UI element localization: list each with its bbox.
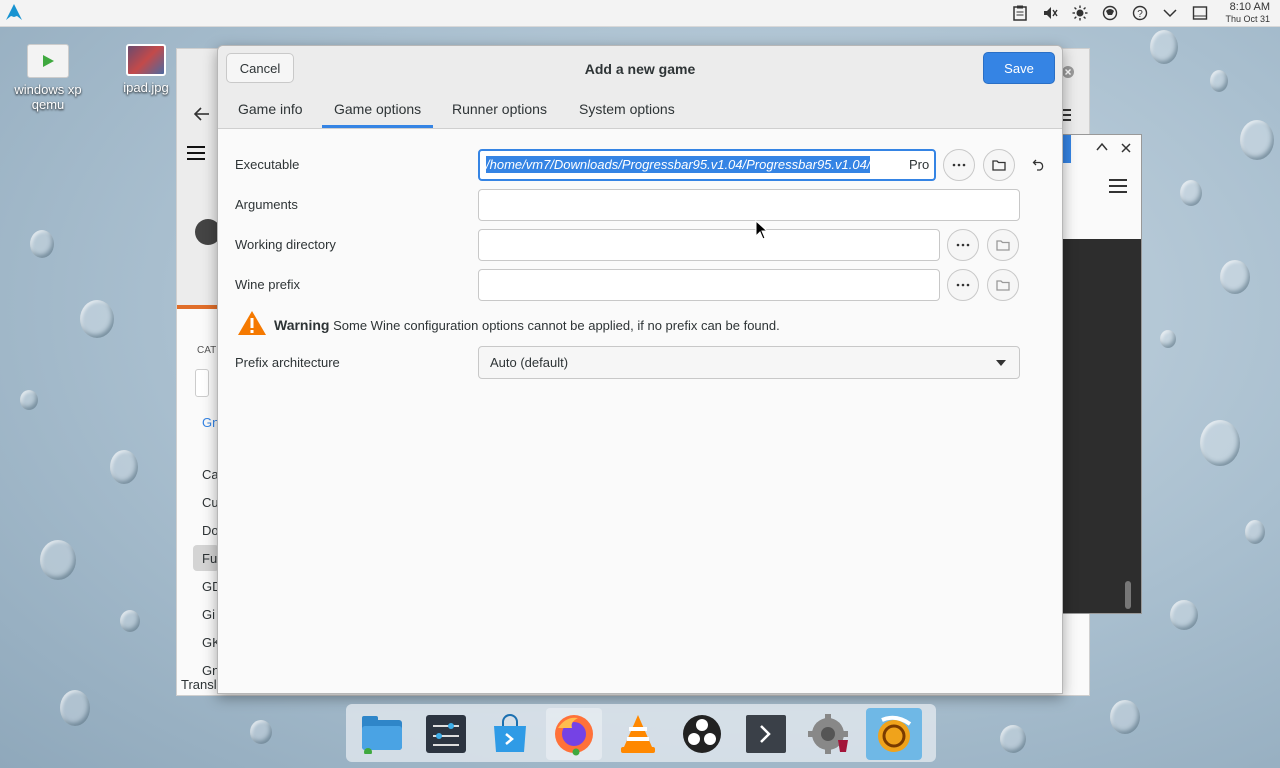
folder-icon (996, 280, 1010, 291)
terminal-icon[interactable] (738, 708, 794, 760)
dialog-header: Cancel Add a new game Save (218, 46, 1062, 92)
list-item[interactable]: Gi (202, 607, 215, 622)
back-arrow-icon[interactable] (193, 105, 211, 123)
software-store-icon[interactable] (482, 708, 538, 760)
desktop-icon-ipad[interactable]: ipad.jpg (110, 44, 182, 95)
settings-panel-icon[interactable] (418, 708, 474, 760)
dropdown-arrow-icon (996, 360, 1006, 366)
dock (346, 704, 936, 762)
tab-system-options[interactable]: System options (579, 92, 675, 126)
close-icon[interactable] (1061, 65, 1075, 79)
undo-icon[interactable] (1032, 157, 1046, 171)
ellipsis-icon (956, 283, 970, 287)
warning-icon (238, 311, 266, 335)
prefix-architecture-dropdown[interactable]: Auto (default) (478, 346, 1020, 379)
image-icon (126, 44, 166, 76)
executable-rest-text: Pro (909, 157, 930, 172)
ellipsis-icon (956, 243, 970, 247)
folder-icon (992, 160, 1006, 171)
firefox-icon[interactable] (546, 708, 602, 760)
save-button[interactable]: Save (983, 52, 1055, 84)
warning-message: Warning Some Wine configuration options … (274, 317, 780, 333)
window-icon[interactable] (1190, 3, 1210, 23)
wine-prefix-more-button[interactable] (947, 269, 979, 301)
clock-time: 8:10 AM (1229, 1, 1270, 13)
scrollbar-thumb[interactable] (1125, 581, 1131, 609)
executable-label: Executable (235, 157, 300, 172)
tab-bar: Game info Game options Runner options Sy… (218, 92, 1062, 129)
top-panel: ? 8:10 AM Thu Oct 31 (0, 0, 1280, 27)
search-field-fragment (195, 369, 209, 397)
mouse-cursor-icon (755, 220, 769, 240)
clock-date: Thu Oct 31 (1225, 14, 1270, 24)
folder-icon (996, 240, 1010, 251)
arch-logo-icon[interactable] (4, 2, 24, 22)
menu-icon[interactable] (187, 145, 205, 161)
prefix-architecture-label: Prefix architecture (235, 355, 340, 370)
wine-prefix-input[interactable] (478, 269, 940, 301)
warning-title: Warning (274, 317, 330, 333)
wine-prefix-label: Wine prefix (235, 277, 301, 292)
executable-more-button[interactable] (943, 149, 975, 181)
files-icon[interactable] (354, 708, 410, 760)
help-icon[interactable]: ? (1130, 3, 1150, 23)
prefix-architecture-value: Auto (default) (490, 355, 569, 370)
background-window-terminal (1062, 134, 1142, 614)
status-fragment: Transl (181, 677, 217, 692)
wine-prefix-browse-button[interactable] (987, 269, 1019, 301)
clipboard-icon[interactable] (1010, 3, 1030, 23)
tab-game-info[interactable]: Game info (238, 92, 303, 126)
obs-icon[interactable] (674, 708, 730, 760)
working-directory-browse-button[interactable] (987, 229, 1019, 261)
dialog-title: Add a new game (584, 61, 696, 77)
ellipsis-icon (952, 163, 966, 167)
wine-settings-icon[interactable] (802, 708, 858, 760)
clock[interactable]: 8:10 AM Thu Oct 31 (1225, 1, 1270, 25)
play-icon (27, 44, 69, 78)
system-tray: ? (1010, 3, 1210, 23)
volume-muted-icon[interactable] (1040, 3, 1060, 23)
list-item-selected[interactable]: Fu (202, 551, 217, 566)
executable-selected-text: /home/vm7/Downloads/Progressbar95.v1.04/… (486, 156, 871, 173)
add-game-dialog: Cancel Add a new game Save Game info Gam… (217, 45, 1063, 694)
working-directory-label: Working directory (235, 237, 336, 252)
menu-icon[interactable] (1109, 179, 1127, 193)
warning-text: Some Wine configuration options cannot b… (333, 318, 780, 333)
executable-input[interactable]: /home/vm7/Downloads/Progressbar95.v1.04/… (478, 149, 936, 181)
desktop-icon-label: ipad.jpg (123, 80, 169, 95)
lutris-icon[interactable] (866, 708, 922, 760)
tab-game-options[interactable]: Game options (322, 92, 434, 128)
close-icon[interactable] (1119, 141, 1133, 155)
vlc-icon[interactable] (610, 708, 666, 760)
desktop-icon-label: windows xp qemu (14, 82, 82, 112)
arguments-label: Arguments (235, 197, 298, 212)
brightness-icon[interactable] (1070, 3, 1090, 23)
svg-text:?: ? (1137, 9, 1143, 20)
desktop-icon-windows-xp[interactable]: windows xp qemu (12, 44, 84, 112)
working-directory-input[interactable] (478, 229, 940, 261)
tab-runner-options[interactable]: Runner options (452, 92, 547, 126)
network-icon[interactable] (1100, 3, 1120, 23)
maximize-icon[interactable] (1095, 141, 1109, 153)
working-directory-more-button[interactable] (947, 229, 979, 261)
arguments-input[interactable] (478, 189, 1020, 221)
chevron-down-icon[interactable] (1160, 3, 1180, 23)
executable-browse-button[interactable] (983, 149, 1015, 181)
